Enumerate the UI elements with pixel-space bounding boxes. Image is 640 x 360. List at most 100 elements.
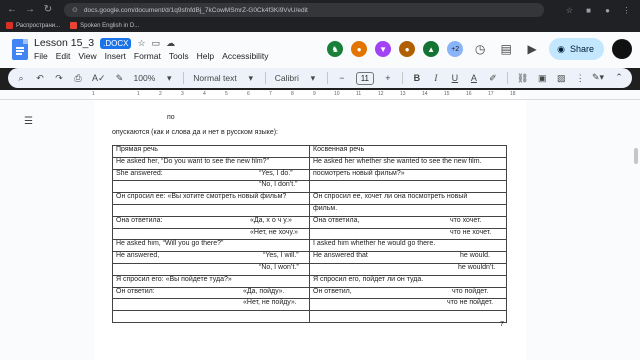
- bookmark-item-1[interactable]: Распространи...: [6, 22, 60, 29]
- table-cell-direct[interactable]: “No, I don’t.”: [112, 180, 310, 194]
- document-outline-icon[interactable]: ☰: [24, 116, 34, 127]
- extensions-icon[interactable]: ■: [583, 5, 594, 16]
- toolbar-divider: [506, 72, 508, 84]
- zoom-select[interactable]: 100%: [134, 73, 156, 83]
- menu-accessibility[interactable]: Accessibility: [222, 51, 268, 61]
- table-cell-direct[interactable]: [112, 310, 310, 323]
- table-cell-direct[interactable]: Она ответила: «Да, х о ч у.»: [112, 215, 310, 229]
- table-cell-direct[interactable]: «Нет, не хочу.»: [112, 227, 310, 241]
- history-icon[interactable]: ◷: [471, 42, 489, 56]
- insert-link-icon[interactable]: ⛓: [517, 73, 528, 84]
- decrease-font-size-icon[interactable]: −: [337, 73, 347, 83]
- spellcheck-icon[interactable]: A✓: [92, 73, 106, 84]
- more-collaborators-badge[interactable]: +2: [447, 41, 464, 57]
- account-avatar[interactable]: [612, 39, 632, 59]
- collapse-menus-icon[interactable]: ⌃: [614, 72, 624, 83]
- vertical-scrollbar[interactable]: [634, 148, 638, 164]
- table-cell-direct[interactable]: “No, I won’t.”: [112, 262, 310, 276]
- table-row: He asked her, “Do you want to see the ne…: [112, 156, 507, 170]
- share-button[interactable]: ◉ Share: [549, 38, 604, 60]
- menu-view[interactable]: View: [78, 51, 96, 61]
- italic-icon[interactable]: I: [431, 73, 441, 83]
- table-cell-indirect[interactable]: He asked her whether she wanted to see t…: [309, 156, 507, 170]
- collaborator-avatar[interactable]: ♞: [327, 41, 344, 57]
- print-icon[interactable]: ⎙: [73, 73, 83, 84]
- editing-mode-icon[interactable]: ✎▾: [592, 72, 604, 83]
- table-cell-indirect[interactable]: He answered that he would.: [309, 251, 507, 264]
- font-size-input[interactable]: 11: [355, 71, 374, 85]
- reload-icon[interactable]: ↻: [42, 4, 54, 16]
- move-folder-icon[interactable]: ▭: [152, 38, 161, 49]
- table-cell-indirect[interactable]: что не пойдет.: [309, 298, 507, 312]
- underline-icon[interactable]: U: [450, 73, 460, 83]
- meet-icon[interactable]: ▶: [523, 42, 541, 56]
- bold-icon[interactable]: B: [412, 73, 422, 83]
- increase-font-size-icon[interactable]: +: [383, 73, 393, 83]
- forward-icon[interactable]: →: [24, 4, 36, 16]
- cloud-status-icon[interactable]: ☁: [166, 38, 175, 49]
- table-cell-direct[interactable]: She answered: “Yes, I do.”: [112, 168, 310, 182]
- table-cell-indirect[interactable]: Она ответила, что хочет.: [309, 215, 507, 229]
- table-cell-indirect[interactable]: he wouldn’t.: [309, 262, 507, 276]
- menu-format[interactable]: Format: [134, 51, 161, 61]
- menu-file[interactable]: File: [34, 51, 48, 61]
- more-options-icon[interactable]: ⋮: [575, 73, 585, 84]
- url-text[interactable]: docs.google.com/document/d/1q9sfnfdBj_7k…: [84, 7, 308, 14]
- table-cell-direct[interactable]: [112, 203, 310, 217]
- table-cell-direct[interactable]: He asked her, “Do you want to see the ne…: [112, 156, 310, 170]
- docs-logo-icon[interactable]: [12, 39, 28, 60]
- search-menus-icon[interactable]: ⌕: [16, 73, 26, 84]
- chevron-down-icon[interactable]: ▾: [308, 73, 318, 84]
- site-info-icon[interactable]: ⊙: [72, 6, 78, 14]
- profile-icon[interactable]: ●: [602, 5, 613, 16]
- table-cell-indirect[interactable]: посмотреть новый фильм?»: [309, 168, 507, 182]
- table-row: Он спросил ее: «Вы хотите смотреть новый…: [112, 192, 507, 205]
- table-cell-direct[interactable]: «Нет, не пойду».: [112, 298, 310, 312]
- collaborator-avatar[interactable]: ▲: [423, 41, 440, 57]
- ruler-number: 6: [247, 91, 250, 97]
- table-cell-direct[interactable]: Я спросил его: «Вы пойдете туда?»: [112, 274, 310, 288]
- collaborator-avatar[interactable]: ▼: [375, 41, 392, 57]
- comments-icon[interactable]: ▤: [497, 42, 515, 56]
- paint-format-icon[interactable]: ✎: [115, 73, 125, 84]
- add-comment-icon[interactable]: ▣: [537, 73, 547, 84]
- collaborator-avatar[interactable]: ●: [351, 41, 368, 57]
- undo-icon[interactable]: ↶: [35, 73, 45, 84]
- paragraph-style-select[interactable]: Normal text: [193, 73, 236, 83]
- horizontal-ruler[interactable]: 1 1 2 3 4 5 6 7 8 9 10 11 12 13 14 15 16…: [0, 90, 640, 100]
- table-cell-indirect[interactable]: [309, 180, 507, 194]
- menu-tools[interactable]: Tools: [169, 51, 189, 61]
- table-cell-indirect[interactable]: I asked him whether he would go there.: [309, 239, 507, 253]
- collaborator-avatar[interactable]: ●: [399, 41, 416, 57]
- table-cell-indirect[interactable]: что не хочет.: [309, 227, 507, 241]
- table-cell-indirect[interactable]: Я спросил его, пойдет ли он туда.: [309, 274, 507, 288]
- bookmark-item-2[interactable]: Spoken English in D...: [70, 22, 139, 29]
- table-cell-direct[interactable]: Он ответил: «Да, пойду».: [112, 286, 310, 300]
- browser-menu-icon[interactable]: ⋮: [621, 5, 632, 16]
- table-cell-direct[interactable]: Прямая речь: [112, 145, 310, 158]
- table-cell-indirect[interactable]: Он ответил, что пойдет.: [309, 286, 507, 300]
- chevron-down-icon[interactable]: ▾: [246, 73, 256, 84]
- document-title[interactable]: Lesson 15_3: [34, 37, 94, 49]
- table-cell-direct[interactable]: He asked him, “Will you go there?”: [112, 239, 310, 253]
- table-cell-indirect[interactable]: Он спросил ее, хочет ли она посмотреть н…: [309, 192, 507, 205]
- back-icon[interactable]: ←: [6, 4, 18, 16]
- table-cell-indirect[interactable]: Косвенная речь: [309, 145, 507, 158]
- table-cell-indirect[interactable]: фильм.: [309, 203, 507, 217]
- star-icon[interactable]: ☆: [137, 38, 145, 49]
- cell-text: He asked him, “Will you go there?”: [116, 240, 224, 248]
- bookmark-star-icon[interactable]: ☆: [564, 5, 575, 16]
- highlight-icon[interactable]: ✐: [488, 73, 498, 84]
- redo-icon[interactable]: ↷: [54, 73, 64, 84]
- address-bar[interactable]: ⊙ docs.google.com/document/d/1q9sfnfdBj_…: [64, 3, 544, 17]
- table-cell-indirect[interactable]: [309, 310, 507, 323]
- text-color-icon[interactable]: A: [469, 73, 479, 83]
- menu-edit[interactable]: Edit: [56, 51, 71, 61]
- menu-help[interactable]: Help: [197, 51, 214, 61]
- font-family-select[interactable]: Calibri: [275, 73, 299, 83]
- insert-image-icon[interactable]: ▨: [556, 73, 566, 84]
- menu-insert[interactable]: Insert: [105, 51, 126, 61]
- table-cell-direct[interactable]: Он спросил ее: «Вы хотите смотреть новый…: [112, 192, 310, 205]
- chevron-down-icon[interactable]: ▾: [164, 73, 174, 84]
- table-cell-direct[interactable]: He answered, “Yes, I will.”: [112, 251, 310, 264]
